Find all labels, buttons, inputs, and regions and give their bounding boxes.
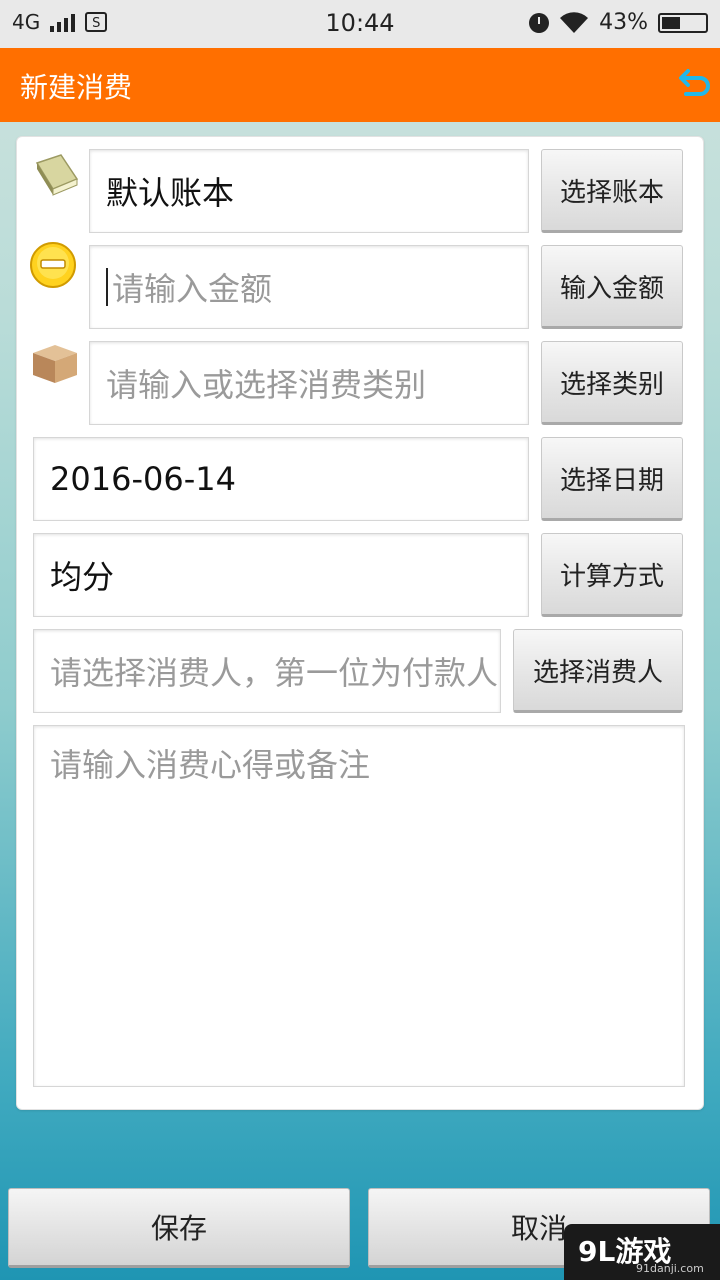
calc-method-button[interactable]: 计算方式 <box>541 533 683 617</box>
battery-percent: 43% <box>599 10 648 35</box>
status-right: 43% <box>529 10 708 35</box>
input-amount-button[interactable]: 输入金额 <box>541 245 683 329</box>
date-field[interactable]: 2016-06-14 <box>33 437 529 521</box>
page-title: 新建消费 <box>20 71 133 104</box>
watermark-logo: 9L游戏 91danji.com <box>564 1224 720 1280</box>
book-field[interactable]: 默认账本 <box>89 149 529 233</box>
amount-placeholder: 请输入金额 <box>112 270 273 308</box>
note-textarea[interactable]: 请输入消费心得或备注 <box>33 725 685 1087</box>
form-card: 默认账本 选择账本 请输入金额 输入金额 请输入或选择消费类别 选择类别 201… <box>16 136 704 1110</box>
save-button[interactable]: 保存 <box>8 1188 350 1268</box>
select-category-button[interactable]: 选择类别 <box>541 341 683 425</box>
category-input[interactable]: 请输入或选择消费类别 <box>89 341 529 425</box>
select-consumers-button[interactable]: 选择消费人 <box>513 629 683 713</box>
title-bar: 新建消费 <box>0 48 720 122</box>
alarm-icon <box>529 12 550 33</box>
select-book-button[interactable]: 选择账本 <box>541 149 683 233</box>
status-bar: 4G S 10:44 43% <box>0 0 720 48</box>
box-icon <box>33 345 77 383</box>
select-date-button[interactable]: 选择日期 <box>541 437 683 521</box>
method-field[interactable]: 均分 <box>33 533 529 617</box>
watermark-sub: 91danji.com <box>636 1262 704 1275</box>
consumers-input[interactable]: 请选择消费人，第一位为付款人 <box>33 629 501 713</box>
back-arrow-icon[interactable] <box>676 66 712 102</box>
minus-coin-icon <box>30 242 76 288</box>
book-icon <box>35 154 79 196</box>
text-cursor <box>106 268 108 306</box>
battery-level <box>662 16 681 29</box>
wifi-icon <box>560 11 589 33</box>
battery-icon <box>658 12 708 33</box>
amount-input[interactable]: 请输入金额 <box>89 245 529 329</box>
